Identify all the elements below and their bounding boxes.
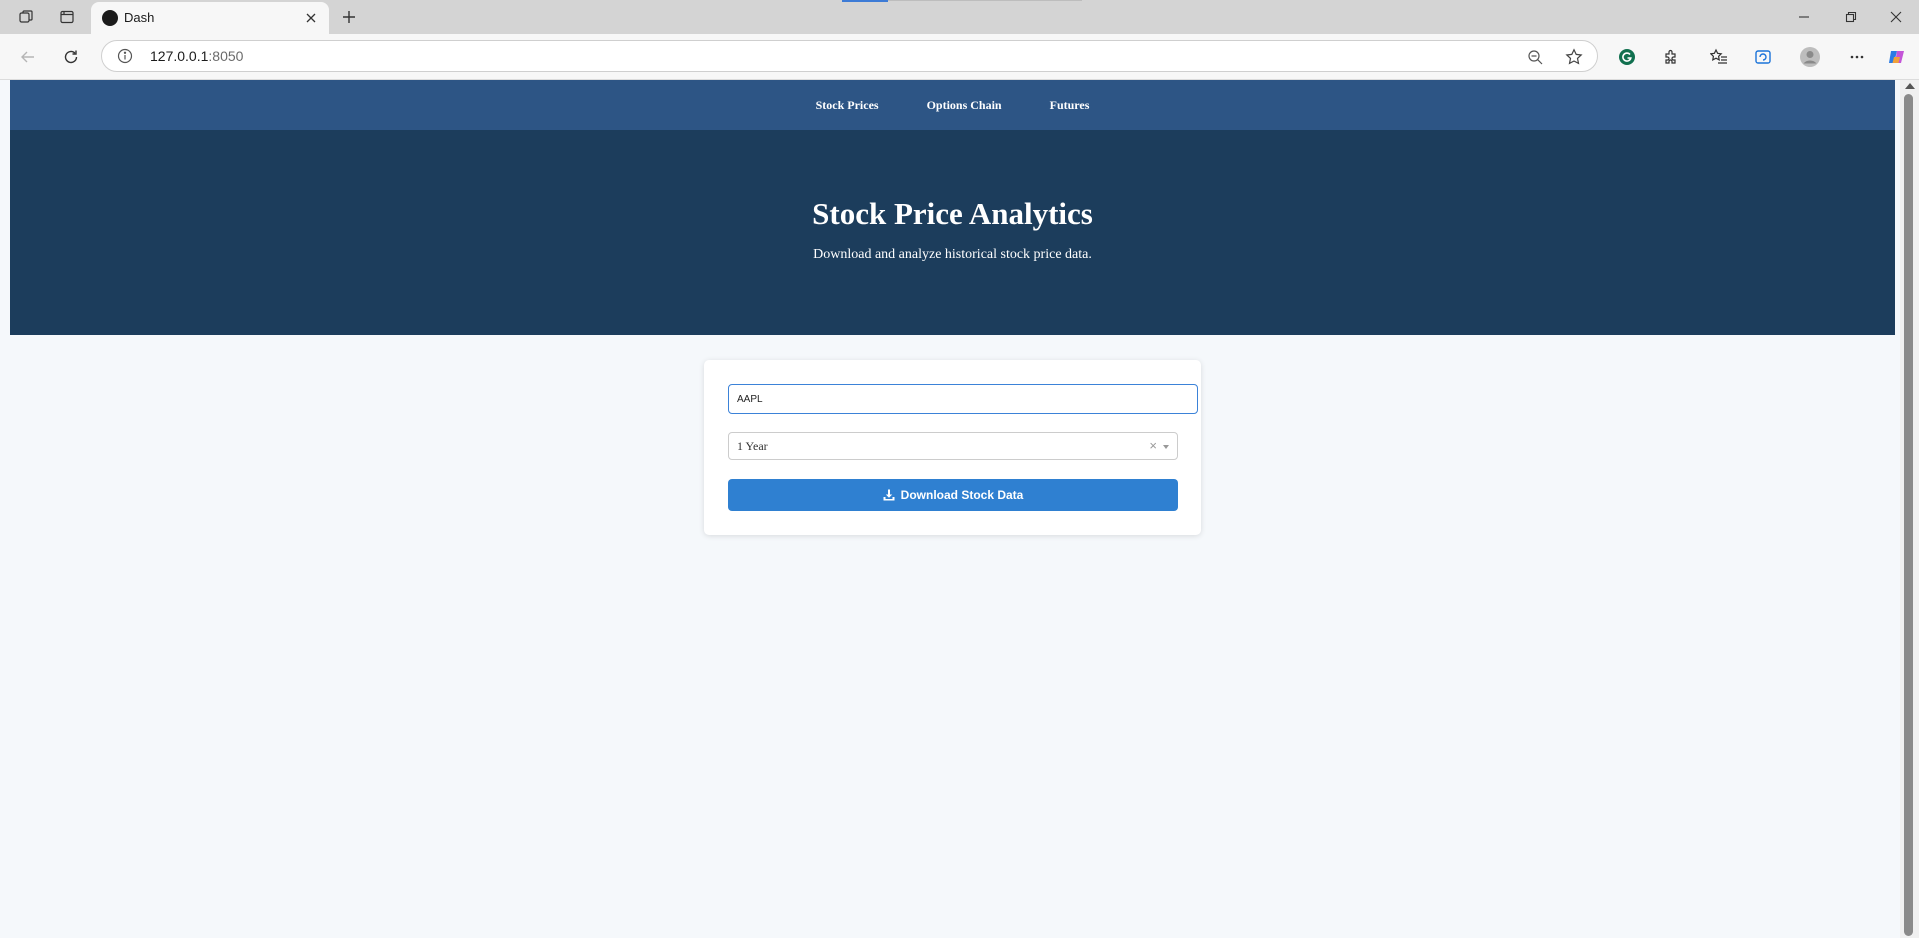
minimize-icon[interactable] xyxy=(1791,5,1817,29)
address-bar[interactable]: 127.0.0.1:8050 xyxy=(101,40,1598,72)
period-selected-value: 1 Year xyxy=(737,439,768,453)
workspaces-icon[interactable] xyxy=(16,7,36,27)
tab-actions-icon[interactable] xyxy=(57,7,77,27)
url-host: 127.0.0.1 xyxy=(150,48,209,64)
period-dropdown[interactable]: 1 Year × xyxy=(728,432,1178,460)
browser-toolbar: 127.0.0.1:8050 xyxy=(0,34,1919,80)
favorite-star-icon[interactable] xyxy=(1563,46,1585,68)
url-port: :8050 xyxy=(208,48,244,64)
clear-selection-icon[interactable]: × xyxy=(1149,438,1157,453)
grammarly-extension-icon[interactable] xyxy=(1616,46,1638,68)
browser-tab-strip: Dash xyxy=(0,0,1919,34)
restore-icon[interactable] xyxy=(1838,5,1864,29)
scroll-up-arrow-icon[interactable] xyxy=(1905,83,1915,89)
page-subtitle: Download and analyze historical stock pr… xyxy=(813,247,1092,262)
tab-strip-divider xyxy=(888,0,1082,1)
site-info-icon[interactable] xyxy=(116,47,134,65)
download-button-label: Download Stock Data xyxy=(900,488,1024,502)
dash-favicon-icon xyxy=(102,10,118,26)
more-menu-icon[interactable] xyxy=(1846,46,1868,68)
tab-title: Dash xyxy=(124,10,155,25)
browser-essentials-icon[interactable] xyxy=(1752,46,1774,68)
page-title: Stock Price Analytics xyxy=(812,196,1093,231)
close-window-icon[interactable] xyxy=(1883,5,1909,29)
download-stock-data-button[interactable]: Download Stock Data xyxy=(728,479,1178,511)
close-tab-icon[interactable] xyxy=(301,8,321,28)
tab-dash[interactable]: Dash xyxy=(91,2,329,34)
top-navbar: Stock Prices Options Chain Futures xyxy=(10,80,1895,130)
nav-link-stock-prices[interactable]: Stock Prices xyxy=(816,98,879,113)
ticker-input[interactable] xyxy=(728,384,1198,414)
nav-link-futures[interactable]: Futures xyxy=(1050,98,1090,113)
profile-avatar-icon[interactable] xyxy=(1799,46,1821,68)
download-icon xyxy=(883,489,895,501)
scrollbar-thumb[interactable] xyxy=(1904,94,1913,936)
zoom-out-icon[interactable] xyxy=(1525,47,1545,67)
download-form-card: 1 Year × Download Stock Data xyxy=(704,360,1201,535)
new-tab-icon[interactable] xyxy=(338,6,360,28)
tab-strip-accent xyxy=(842,0,888,2)
reload-icon[interactable] xyxy=(60,46,82,68)
dropdown-arrow-icon[interactable] xyxy=(1163,445,1169,449)
page-viewport: Stock Prices Options Chain Futures Stock… xyxy=(10,80,1895,938)
back-icon[interactable] xyxy=(17,46,39,68)
extensions-puzzle-icon[interactable] xyxy=(1661,46,1683,68)
copilot-icon[interactable] xyxy=(1886,46,1908,68)
page-scrollbar[interactable] xyxy=(1900,80,1919,938)
url-text: 127.0.0.1:8050 xyxy=(150,48,243,64)
nav-link-options-chain[interactable]: Options Chain xyxy=(927,98,1002,113)
hero-banner: Stock Price Analytics Download and analy… xyxy=(10,130,1895,335)
favorites-list-icon[interactable] xyxy=(1708,46,1730,68)
